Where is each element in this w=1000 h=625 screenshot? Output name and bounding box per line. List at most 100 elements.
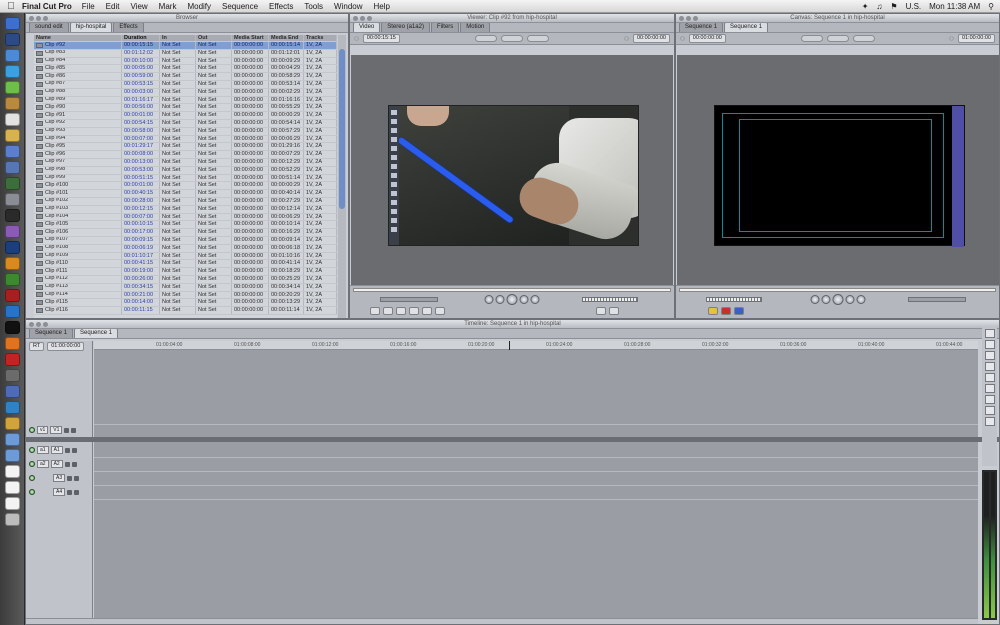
close-icon[interactable] [353,16,358,21]
destination-a2[interactable]: A2 [50,460,63,468]
zoom-popup[interactable] [475,35,497,42]
table-row[interactable]: Clip #89 00:01:16:17 Not Set Not Set 00:00:0… [34,96,337,105]
ichat-icon[interactable] [4,81,20,94]
tab-video[interactable]: Video [353,22,381,32]
auto-select-icon[interactable] [71,427,77,433]
system-preferences-icon[interactable] [4,193,20,206]
clock[interactable]: Mon 11:38 AM [929,2,980,11]
playhead-sync-popup[interactable] [852,35,875,42]
table-row[interactable]: Clip #98 00:00:53:00 Not Set Not Set 00:00:0… [34,166,337,175]
tab-hip-hospital[interactable]: hip-hospital [69,22,113,32]
safari-icon[interactable] [4,65,20,78]
play-icon[interactable] [832,294,843,305]
playhead-sync-popup[interactable] [527,35,549,42]
bluetooth-icon[interactable]: ✦ [862,2,869,11]
mark-out-icon[interactable] [435,307,445,315]
video-frame[interactable] [388,105,639,246]
close-icon[interactable] [29,322,34,327]
view-popup[interactable] [826,35,849,42]
mark-in-icon[interactable] [422,307,432,315]
menu-view[interactable]: View [130,2,147,11]
apple-menu-icon[interactable]:  [0,1,22,12]
destination-v1[interactable]: V1 [50,426,63,434]
table-row[interactable]: Clip #103 00:00:12:15 Not Set Not Set 00:00:… [34,205,337,214]
terminal-icon[interactable] [4,321,20,334]
destination-a3[interactable]: A3 [53,474,66,482]
color-icon[interactable] [4,417,20,430]
minimize-icon[interactable] [36,322,41,327]
destination-a4[interactable]: A4 [53,488,66,496]
preview-icon[interactable] [4,129,20,142]
dashboard-icon[interactable] [4,33,20,46]
tab-sequence-1-active[interactable]: Sequence 1 [74,328,119,338]
column-in[interactable]: In [160,35,196,41]
table-row[interactable]: Clip #105 00:00:10:15 Not Set Not Set 00:00:… [34,221,337,230]
zoom-icon[interactable] [43,322,48,327]
lock-icon[interactable] [64,447,70,453]
add-keyframe-icon[interactable] [396,307,406,315]
table-row[interactable]: Clip #102 00:00:28:00 Not Set Not Set 00:00:… [34,197,337,206]
zoom-tool-icon[interactable] [984,395,995,404]
document-icon[interactable] [4,465,20,478]
video-track-area[interactable] [94,350,978,459]
auto-select-icon[interactable] [71,447,77,453]
pen-tool-icon[interactable] [984,417,995,426]
menu-window[interactable]: Window [334,2,362,11]
auto-select-icon[interactable] [74,489,80,495]
time-machine-icon[interactable] [4,177,20,190]
canvas-frame[interactable] [714,105,965,247]
next-edit-icon[interactable] [845,295,854,304]
play-around-icon[interactable] [530,295,540,304]
compressor-icon[interactable] [4,369,20,382]
address-book-icon[interactable] [4,97,20,110]
table-row[interactable]: Clip #86 00:00:59:00 Not Set Not Set 00:00:0… [34,73,337,81]
play-icon[interactable] [506,294,518,305]
selection-tool-icon[interactable] [984,329,995,338]
tab-sequence-1[interactable]: Sequence 1 [29,328,74,338]
scrubber-bar[interactable] [353,288,671,292]
spaces-icon[interactable] [4,161,20,174]
lock-icon[interactable] [64,461,70,467]
menu-edit[interactable]: Edit [106,2,120,11]
soundtrack-icon[interactable] [4,401,20,414]
table-row[interactable]: Clip #106 00:00:17:00 Not Set Not Set 00:00:… [34,229,337,237]
overwrite-edit-icon[interactable] [721,307,731,315]
table-row[interactable]: Clip #99 00:00:51:15 Not Set Not Set 00:00:0… [34,174,337,183]
column-name[interactable]: Name [34,35,122,41]
column-duration[interactable]: Duration [122,35,160,41]
audio-enable-icon[interactable] [29,489,35,495]
photoshop-icon[interactable] [4,241,20,254]
table-row[interactable]: Clip #95 00:01:29:17 Not Set Not Set 00:00:0… [34,143,337,152]
table-row[interactable]: Clip #107 00:00:09:15 Not Set Not Set 00:00:… [34,236,337,245]
motion-icon[interactable] [4,225,20,238]
spotlight-icon[interactable]: ⚲ [988,2,994,11]
tab-motion[interactable]: Motion [460,22,491,32]
replace-edit-icon[interactable] [734,307,744,315]
column-tracks[interactable]: Tracks [304,35,337,41]
timeline-zoom-bar[interactable] [26,618,978,624]
documents-folder-icon[interactable] [4,449,20,462]
minimize-icon[interactable] [686,16,691,21]
menu-tools[interactable]: Tools [304,2,323,11]
duration-timecode[interactable]: 00:00:15:15 [362,34,400,43]
finder-icon[interactable] [4,17,20,30]
dvd-studio-icon[interactable] [4,385,20,398]
scroll-thumb[interactable] [339,49,345,209]
slip-tool-icon[interactable] [984,373,995,382]
current-timecode[interactable]: 01:00:00:00 [957,34,995,43]
close-icon[interactable] [29,16,34,21]
table-row[interactable]: Clip #92 00:00:54:15 Not Set Not Set 00:00:0… [34,119,337,128]
column-media-end[interactable]: Media End [269,35,304,41]
document-icon[interactable] [4,481,20,494]
menu-modify[interactable]: Modify [187,2,211,11]
scrubber-bar[interactable] [679,288,996,292]
quicktime-icon[interactable] [4,305,20,318]
menu-mark[interactable]: Mark [159,2,177,11]
browser-scrollbar[interactable] [338,35,346,318]
timeline-ruler[interactable]: 01:00:04:00 01:00:08:00 01:00:12:00 01:0… [94,341,978,350]
shuttle-control[interactable] [380,297,438,302]
mail-icon[interactable] [4,49,20,62]
audio-enable-icon[interactable] [29,475,35,481]
crop-tool-icon[interactable] [984,406,995,415]
firefox-icon[interactable] [4,337,20,350]
